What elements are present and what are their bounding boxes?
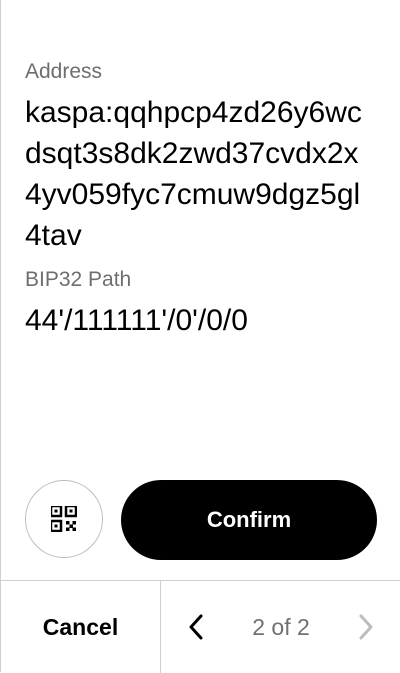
action-row: Confirm [25,480,377,560]
pager: 2 of 2 [161,581,400,673]
show-qr-button[interactable] [25,480,103,558]
next-page-button[interactable] [346,607,386,647]
previous-page-button[interactable] [176,607,216,647]
page-indicator: 2 of 2 [252,613,310,640]
cancel-button[interactable]: Cancel [1,581,161,673]
chevron-left-icon [189,614,203,640]
address-value: kaspa:qqhpcp4zd26y6wcdsqt3s8dk2zwd37cvdx… [25,96,362,252]
bip32-path-value: 44'/111111'/0'/0/0 [25,304,248,337]
review-content: Address kaspa:qqhpcp4zd26y6wcdsqt3s8dk2z… [25,58,377,341]
qr-code-icon [51,506,77,532]
bip32-path-label: BIP32 Path [25,268,132,291]
address-label: Address [25,60,103,83]
footer-bar: Cancel 2 of 2 [1,580,400,673]
confirm-button[interactable]: Confirm [121,480,377,560]
chevron-right-icon [359,614,373,640]
